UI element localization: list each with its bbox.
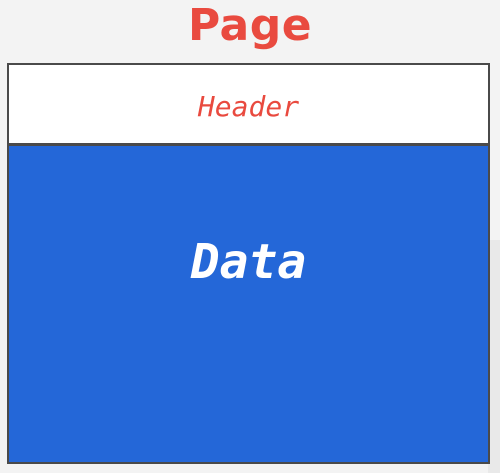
page-title: Page — [187, 0, 313, 51]
header-section: Header — [9, 65, 488, 146]
page-container: Header Data — [7, 63, 490, 464]
header-label: Header — [197, 90, 300, 123]
data-section: Data — [9, 146, 488, 462]
data-label: Data — [190, 234, 307, 290]
